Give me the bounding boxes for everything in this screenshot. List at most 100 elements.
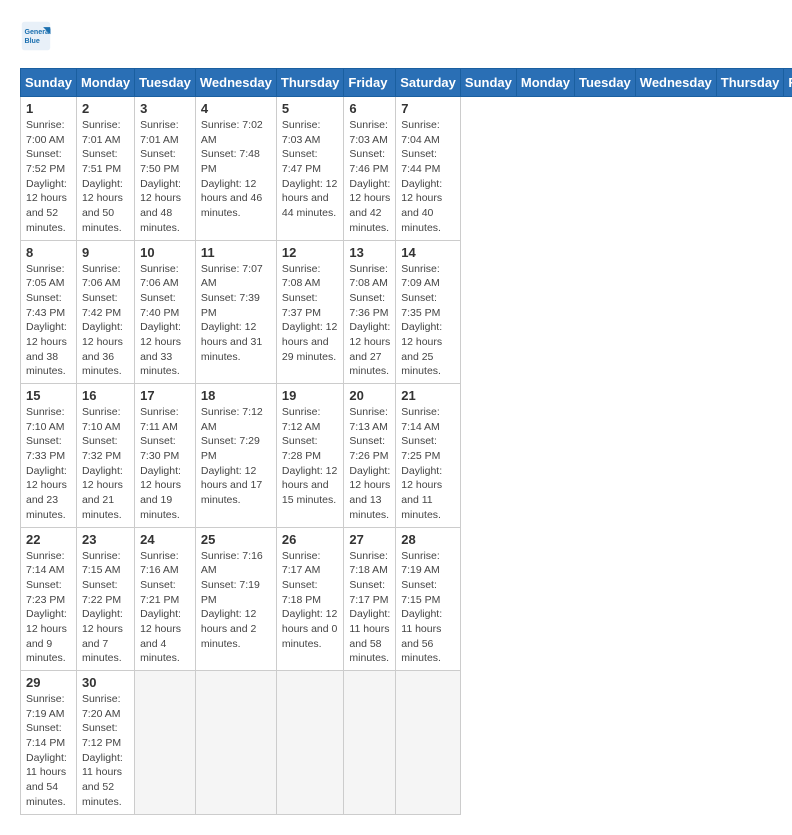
table-row: 29 Sunrise: 7:19 AM Sunset: 7:14 PM Dayl… — [21, 671, 77, 815]
day-number: 13 — [349, 245, 390, 260]
day-info: Sunrise: 7:12 AM Sunset: 7:29 PM Dayligh… — [201, 405, 271, 508]
day-info: Sunrise: 7:03 AM Sunset: 7:47 PM Dayligh… — [282, 118, 339, 221]
weekday-header-thursday: Thursday — [276, 69, 344, 97]
calendar-week-3: 15 Sunrise: 7:10 AM Sunset: 7:33 PM Dayl… — [21, 384, 792, 528]
day-info: Sunrise: 7:14 AM Sunset: 7:23 PM Dayligh… — [26, 549, 71, 667]
day-number: 7 — [401, 101, 455, 116]
day-number: 21 — [401, 388, 455, 403]
calendar-header-row: SundayMondayTuesdayWednesdayThursdayFrid… — [21, 69, 792, 97]
day-number: 28 — [401, 532, 455, 547]
weekday-header-tuesday: Tuesday — [135, 69, 196, 97]
table-row: 1 Sunrise: 7:00 AM Sunset: 7:52 PM Dayli… — [21, 97, 77, 241]
day-info: Sunrise: 7:01 AM Sunset: 7:50 PM Dayligh… — [140, 118, 190, 236]
table-row: 9 Sunrise: 7:06 AM Sunset: 7:42 PM Dayli… — [76, 240, 134, 384]
weekday-header-thursday: Thursday — [716, 69, 784, 97]
table-row: 7 Sunrise: 7:04 AM Sunset: 7:44 PM Dayli… — [396, 97, 461, 241]
table-row: 21 Sunrise: 7:14 AM Sunset: 7:25 PM Dayl… — [396, 384, 461, 528]
day-number: 30 — [82, 675, 129, 690]
day-info: Sunrise: 7:12 AM Sunset: 7:28 PM Dayligh… — [282, 405, 339, 508]
table-row: 18 Sunrise: 7:12 AM Sunset: 7:29 PM Dayl… — [195, 384, 276, 528]
table-row: 19 Sunrise: 7:12 AM Sunset: 7:28 PM Dayl… — [276, 384, 344, 528]
table-row: 25 Sunrise: 7:16 AM Sunset: 7:19 PM Dayl… — [195, 527, 276, 671]
day-number: 11 — [201, 245, 271, 260]
day-number: 24 — [140, 532, 190, 547]
header: General Blue — [20, 20, 772, 52]
day-info: Sunrise: 7:19 AM Sunset: 7:14 PM Dayligh… — [26, 692, 71, 810]
weekday-header-friday: Friday — [784, 69, 792, 97]
day-info: Sunrise: 7:16 AM Sunset: 7:21 PM Dayligh… — [140, 549, 190, 667]
day-info: Sunrise: 7:19 AM Sunset: 7:15 PM Dayligh… — [401, 549, 455, 667]
weekday-header-wednesday: Wednesday — [195, 69, 276, 97]
table-row: 3 Sunrise: 7:01 AM Sunset: 7:50 PM Dayli… — [135, 97, 196, 241]
table-row: 15 Sunrise: 7:10 AM Sunset: 7:33 PM Dayl… — [21, 384, 77, 528]
day-info: Sunrise: 7:01 AM Sunset: 7:51 PM Dayligh… — [82, 118, 129, 236]
table-row: 23 Sunrise: 7:15 AM Sunset: 7:22 PM Dayl… — [76, 527, 134, 671]
calendar-week-4: 22 Sunrise: 7:14 AM Sunset: 7:23 PM Dayl… — [21, 527, 792, 671]
table-row: 12 Sunrise: 7:08 AM Sunset: 7:37 PM Dayl… — [276, 240, 344, 384]
weekday-header-tuesday: Tuesday — [575, 69, 636, 97]
day-number: 5 — [282, 101, 339, 116]
table-row — [135, 671, 196, 815]
table-row: 30 Sunrise: 7:20 AM Sunset: 7:12 PM Dayl… — [76, 671, 134, 815]
day-number: 27 — [349, 532, 390, 547]
day-info: Sunrise: 7:08 AM Sunset: 7:37 PM Dayligh… — [282, 262, 339, 365]
day-info: Sunrise: 7:10 AM Sunset: 7:32 PM Dayligh… — [82, 405, 129, 523]
table-row: 13 Sunrise: 7:08 AM Sunset: 7:36 PM Dayl… — [344, 240, 396, 384]
day-number: 26 — [282, 532, 339, 547]
table-row: 22 Sunrise: 7:14 AM Sunset: 7:23 PM Dayl… — [21, 527, 77, 671]
day-number: 17 — [140, 388, 190, 403]
day-number: 12 — [282, 245, 339, 260]
day-info: Sunrise: 7:14 AM Sunset: 7:25 PM Dayligh… — [401, 405, 455, 523]
table-row — [195, 671, 276, 815]
day-info: Sunrise: 7:18 AM Sunset: 7:17 PM Dayligh… — [349, 549, 390, 667]
day-number: 14 — [401, 245, 455, 260]
day-number: 15 — [26, 388, 71, 403]
day-info: Sunrise: 7:09 AM Sunset: 7:35 PM Dayligh… — [401, 262, 455, 380]
logo: General Blue — [20, 20, 58, 52]
day-number: 18 — [201, 388, 271, 403]
day-number: 8 — [26, 245, 71, 260]
table-row: 5 Sunrise: 7:03 AM Sunset: 7:47 PM Dayli… — [276, 97, 344, 241]
weekday-header-monday: Monday — [516, 69, 574, 97]
day-number: 19 — [282, 388, 339, 403]
day-info: Sunrise: 7:02 AM Sunset: 7:48 PM Dayligh… — [201, 118, 271, 221]
calendar-week-2: 8 Sunrise: 7:05 AM Sunset: 7:43 PM Dayli… — [21, 240, 792, 384]
day-info: Sunrise: 7:06 AM Sunset: 7:40 PM Dayligh… — [140, 262, 190, 380]
table-row: 4 Sunrise: 7:02 AM Sunset: 7:48 PM Dayli… — [195, 97, 276, 241]
table-row: 20 Sunrise: 7:13 AM Sunset: 7:26 PM Dayl… — [344, 384, 396, 528]
day-number: 9 — [82, 245, 129, 260]
day-number: 23 — [82, 532, 129, 547]
weekday-header-sunday: Sunday — [460, 69, 516, 97]
day-number: 10 — [140, 245, 190, 260]
day-info: Sunrise: 7:15 AM Sunset: 7:22 PM Dayligh… — [82, 549, 129, 667]
weekday-header-sunday: Sunday — [21, 69, 77, 97]
day-info: Sunrise: 7:11 AM Sunset: 7:30 PM Dayligh… — [140, 405, 190, 523]
table-row: 16 Sunrise: 7:10 AM Sunset: 7:32 PM Dayl… — [76, 384, 134, 528]
calendar-table: SundayMondayTuesdayWednesdayThursdayFrid… — [20, 68, 792, 815]
day-number: 20 — [349, 388, 390, 403]
weekday-header-monday: Monday — [76, 69, 134, 97]
logo-icon: General Blue — [20, 20, 52, 52]
day-number: 16 — [82, 388, 129, 403]
day-number: 3 — [140, 101, 190, 116]
day-info: Sunrise: 7:13 AM Sunset: 7:26 PM Dayligh… — [349, 405, 390, 523]
table-row: 8 Sunrise: 7:05 AM Sunset: 7:43 PM Dayli… — [21, 240, 77, 384]
day-info: Sunrise: 7:04 AM Sunset: 7:44 PM Dayligh… — [401, 118, 455, 236]
table-row — [276, 671, 344, 815]
table-row: 2 Sunrise: 7:01 AM Sunset: 7:51 PM Dayli… — [76, 97, 134, 241]
svg-text:Blue: Blue — [24, 37, 39, 45]
table-row: 24 Sunrise: 7:16 AM Sunset: 7:21 PM Dayl… — [135, 527, 196, 671]
weekday-header-friday: Friday — [344, 69, 396, 97]
day-number: 29 — [26, 675, 71, 690]
weekday-header-wednesday: Wednesday — [635, 69, 716, 97]
table-row: 11 Sunrise: 7:07 AM Sunset: 7:39 PM Dayl… — [195, 240, 276, 384]
day-number: 4 — [201, 101, 271, 116]
calendar-week-1: 1 Sunrise: 7:00 AM Sunset: 7:52 PM Dayli… — [21, 97, 792, 241]
table-row: 17 Sunrise: 7:11 AM Sunset: 7:30 PM Dayl… — [135, 384, 196, 528]
day-info: Sunrise: 7:05 AM Sunset: 7:43 PM Dayligh… — [26, 262, 71, 380]
day-info: Sunrise: 7:10 AM Sunset: 7:33 PM Dayligh… — [26, 405, 71, 523]
day-number: 2 — [82, 101, 129, 116]
day-info: Sunrise: 7:06 AM Sunset: 7:42 PM Dayligh… — [82, 262, 129, 380]
day-info: Sunrise: 7:03 AM Sunset: 7:46 PM Dayligh… — [349, 118, 390, 236]
calendar-week-5: 29 Sunrise: 7:19 AM Sunset: 7:14 PM Dayl… — [21, 671, 792, 815]
